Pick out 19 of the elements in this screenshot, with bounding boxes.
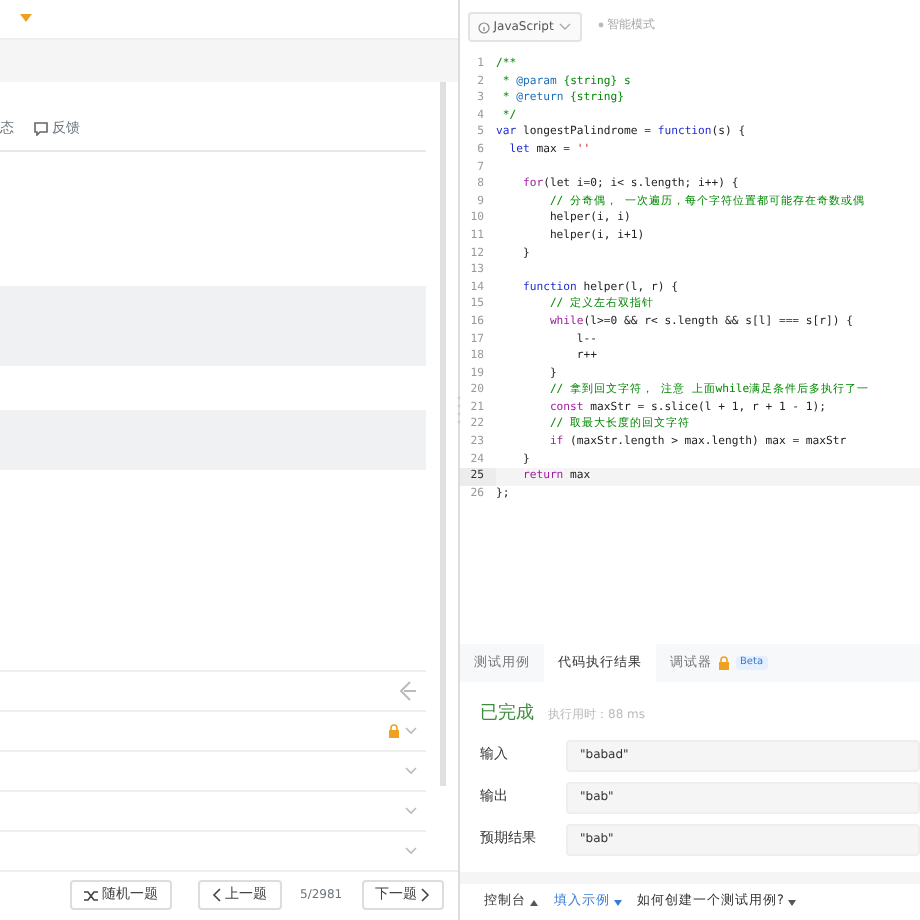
chevron-left-icon [211, 888, 222, 903]
lock-icon [388, 723, 401, 738]
dot-icon [597, 21, 604, 28]
chevron-down-icon[interactable] [404, 845, 418, 856]
caret-down-icon[interactable] [20, 14, 32, 23]
chevron-right-icon [420, 888, 431, 903]
caret-up-icon [529, 899, 538, 905]
info-icon [478, 21, 490, 33]
chevron-down-icon[interactable] [404, 765, 418, 776]
status-text: 已完成 [480, 702, 534, 728]
shuffle-icon [84, 889, 98, 902]
comment-icon [34, 121, 48, 136]
drag-handle-icon[interactable] [456, 394, 462, 426]
chevron-down-icon[interactable] [404, 805, 418, 816]
chevron-down-icon[interactable] [404, 725, 418, 736]
lock-icon [718, 656, 730, 670]
caret-down-icon [787, 899, 796, 905]
caret-down-icon [613, 899, 621, 905]
chevron-down-icon [557, 22, 572, 32]
